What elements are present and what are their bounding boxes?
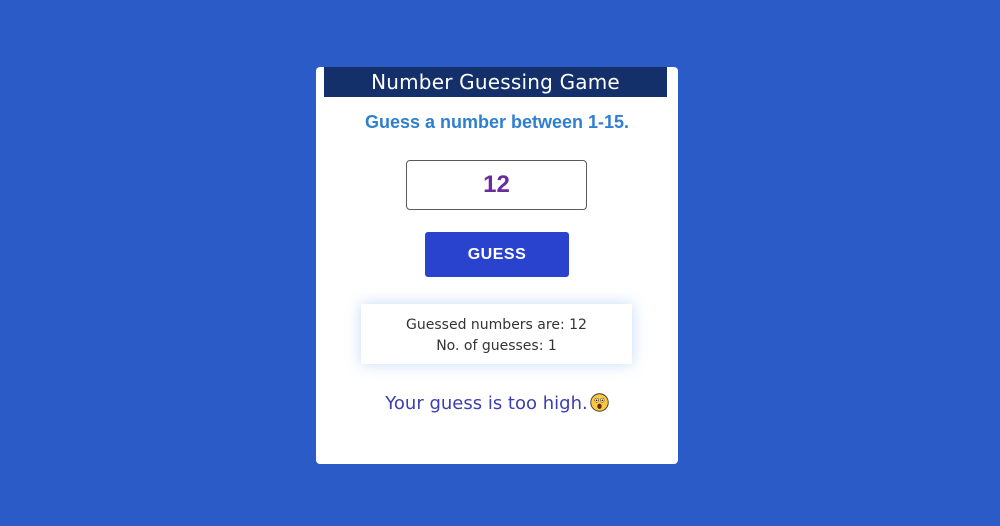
- guessed-numbers-text: Guessed numbers are: 12: [406, 317, 587, 333]
- game-card: Number Guessing Game Guess a number betw…: [316, 67, 678, 464]
- astonished-face-emoji-icon: [589, 393, 609, 412]
- game-title: Number Guessing Game: [324, 67, 667, 97]
- guess-input[interactable]: [406, 160, 587, 210]
- result-message-row: Your guess is too high.: [316, 393, 678, 414]
- guess-info-box: Guessed numbers are: 12 No. of guesses: …: [361, 304, 632, 364]
- guess-button[interactable]: GUESS: [425, 232, 569, 277]
- result-message: Your guess is too high.: [385, 393, 588, 414]
- instruction-text: Guess a number between 1-15.: [364, 112, 630, 132]
- guess-count-text: No. of guesses: 1: [436, 338, 557, 354]
